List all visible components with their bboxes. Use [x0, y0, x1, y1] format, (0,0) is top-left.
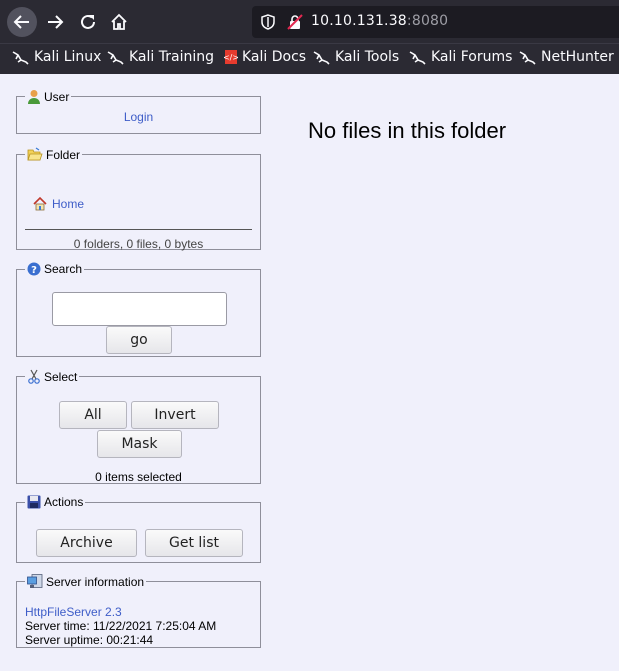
server-time: Server time: 11/22/2021 7:25:04 AM: [25, 619, 217, 633]
select-legend: Select: [25, 369, 79, 384]
folder-panel: Folder Home 0 folders, 0 files, 0 bytes: [16, 147, 261, 251]
bookmark-nethunter[interactable]: NetHunter: [519, 49, 614, 65]
home-link[interactable]: Home: [52, 197, 84, 211]
shield-icon[interactable]: [261, 14, 275, 30]
search-panel: ? Search go: [16, 262, 261, 357]
bookmark-kali-training[interactable]: Kali Training: [107, 49, 214, 65]
back-button[interactable]: [7, 7, 37, 37]
kali-dragon-icon: [12, 51, 29, 65]
select-all-button[interactable]: All: [59, 401, 127, 429]
home-icon: [33, 196, 47, 211]
arrow-left-icon: [13, 15, 29, 29]
empty-folder-message: No files in this folder: [308, 118, 507, 143]
server-info-panel: Server information HttpFileServer 2.3 Se…: [16, 574, 261, 648]
url-text[interactable]: 10.10.131.38:8080: [311, 13, 448, 29]
home-link-row[interactable]: Home: [32, 196, 84, 211]
svg-text:?: ?: [31, 265, 37, 276]
actions-legend: Actions: [25, 495, 85, 509]
login-link[interactable]: Login: [124, 110, 153, 124]
address-bar[interactable]: 10.10.131.38:8080: [252, 6, 619, 38]
kali-dragon-icon: [107, 51, 124, 65]
bookmark-kali-forums[interactable]: Kali Forums: [409, 49, 512, 65]
folder-legend: Folder: [25, 147, 82, 162]
home-icon: [111, 13, 127, 30]
go-button[interactable]: go: [106, 326, 172, 354]
user-legend: User: [25, 89, 71, 104]
folder-stats: 0 folders, 0 files, 0 bytes: [73, 237, 204, 251]
search-legend: ? Search: [25, 262, 84, 276]
help-circle-icon: ?: [27, 262, 41, 276]
user-panel: User Login: [16, 89, 261, 134]
bookmark-kali-tools[interactable]: Kali Tools: [313, 49, 399, 65]
kali-dragon-icon: [409, 51, 426, 65]
server-uptime: Server uptime: 00:21:44: [25, 633, 154, 647]
bookmark-kali-linux[interactable]: Kali Linux: [12, 49, 101, 65]
reload-icon: [81, 14, 95, 29]
reload-button[interactable]: [73, 7, 103, 37]
user-icon: [28, 90, 40, 104]
browser-toolbar: 10.10.131.38:8080: [0, 0, 619, 43]
search-input[interactable]: [52, 292, 227, 326]
forward-button[interactable]: [40, 7, 70, 37]
actions-panel: Actions Archive Get list: [16, 495, 261, 563]
selected-count: 0 items selected: [95, 470, 182, 484]
scissors-icon: [28, 369, 40, 384]
kali-dragon-icon: [313, 51, 330, 65]
server-computer-icon: [27, 574, 43, 588]
arrow-right-icon: [48, 15, 64, 29]
folder-divider: [25, 229, 252, 230]
select-panel: Select All Invert Mask 0 items selected: [16, 369, 261, 484]
server-info-legend: Server information: [25, 574, 146, 589]
archive-button[interactable]: Archive: [36, 529, 137, 557]
svg-text:</>: </>: [224, 53, 238, 62]
bookmarks-bar: Kali Linux Kali Training </> Kali Docs K…: [0, 43, 619, 74]
page-content: User Login Folder Home 0 folders, 0 file…: [0, 74, 619, 671]
home-button[interactable]: [104, 7, 134, 37]
httpfileserver-link[interactable]: HttpFileServer 2.3: [25, 605, 122, 619]
mask-button[interactable]: Mask: [97, 430, 182, 458]
bookmark-kali-docs[interactable]: </> Kali Docs: [224, 49, 306, 65]
save-disk-icon: [27, 495, 41, 509]
open-folder-icon: [27, 147, 43, 161]
insecure-lock-icon[interactable]: [287, 14, 303, 30]
kali-dragon-icon: [519, 51, 536, 65]
invert-button[interactable]: Invert: [131, 401, 219, 429]
get-list-button[interactable]: Get list: [145, 529, 243, 557]
docs-icon: </>: [224, 50, 238, 64]
